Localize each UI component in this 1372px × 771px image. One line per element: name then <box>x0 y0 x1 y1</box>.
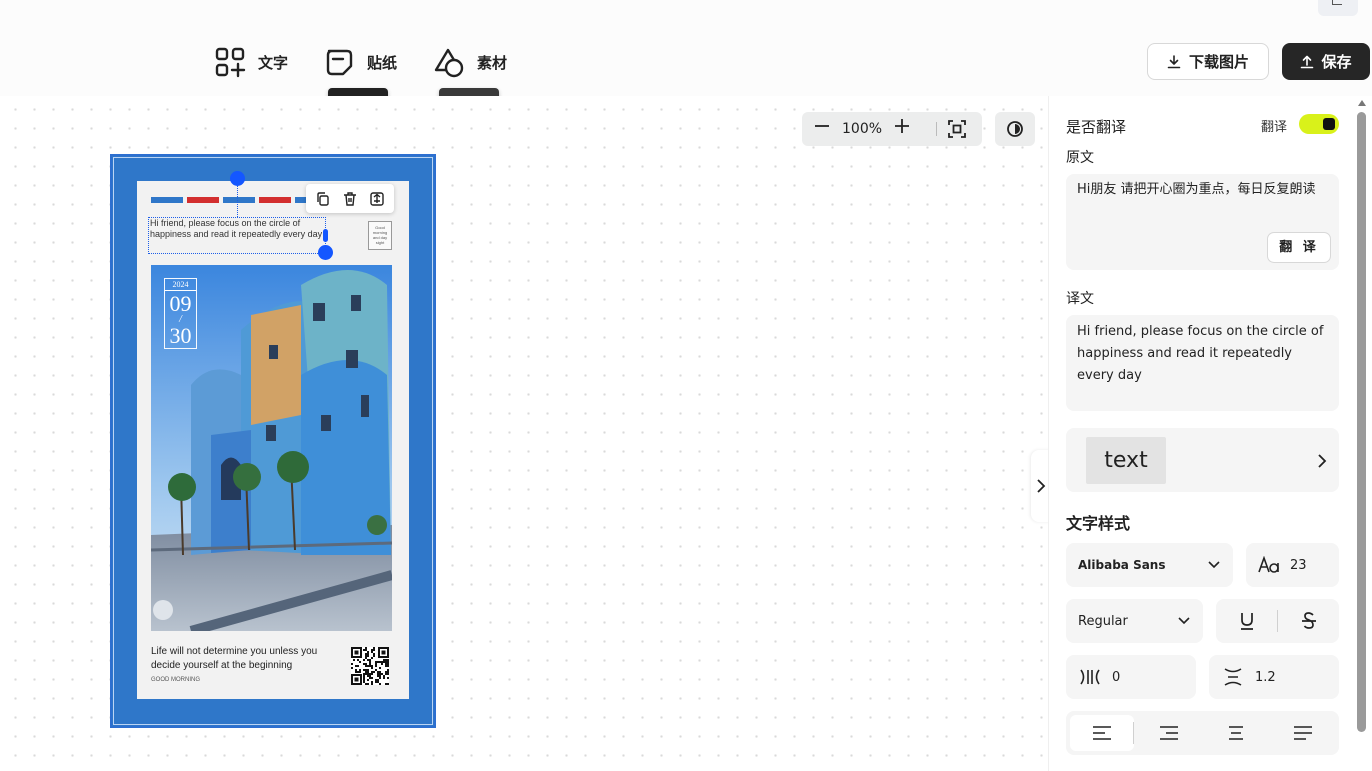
align-separator <box>1133 722 1134 744</box>
date-month: 09 <box>169 291 192 316</box>
underline-icon <box>1240 613 1253 630</box>
zoom-separator <box>936 122 937 136</box>
copy-icon[interactable] <box>315 191 331 207</box>
resize-bar-handle[interactable] <box>323 229 328 242</box>
strikethrough-icon <box>1301 612 1316 629</box>
translate-button[interactable]: 翻 译 <box>1267 232 1331 263</box>
align-justify-button[interactable] <box>1271 715 1335 751</box>
align-left-icon <box>1093 726 1111 740</box>
text-preview-chip: text <box>1086 437 1166 484</box>
material-tool-button[interactable]: 素材 <box>433 44 507 80</box>
font-weight-select[interactable]: Regular <box>1066 599 1203 643</box>
qr-code-image[interactable] <box>351 647 389 685</box>
strikethrough-button[interactable] <box>1278 611 1339 631</box>
rotate-guide <box>237 186 238 217</box>
text-align-group <box>1066 711 1339 755</box>
underline-button[interactable] <box>1216 611 1277 631</box>
zoom-out-button[interactable] <box>802 114 842 144</box>
corner-icon <box>1332 0 1342 5</box>
line-height-icon <box>1224 668 1242 686</box>
poster-stripe <box>259 197 291 203</box>
download-image-button[interactable]: 下载图片 <box>1147 43 1269 80</box>
sticker-tool-label: 贴纸 <box>367 53 398 72</box>
shapes-icon <box>434 48 464 78</box>
chevron-down-icon <box>1208 561 1220 569</box>
contrast-icon <box>1007 121 1023 137</box>
font-weight-value: Regular <box>1078 613 1128 629</box>
align-right-button[interactable] <box>1137 715 1201 751</box>
font-family-value: Alibaba Sans <box>1078 558 1166 572</box>
save-button[interactable]: 保存 <box>1282 43 1370 80</box>
text-style-title: 文字样式 <box>1066 514 1131 533</box>
chevron-right-icon[interactable] <box>1316 452 1328 470</box>
align-right-icon <box>1160 726 1178 740</box>
scroll-up-arrow[interactable] <box>1358 100 1366 106</box>
poster-footer-text[interactable]: GOOD MORNING <box>151 677 200 683</box>
date-separator: / <box>179 314 182 325</box>
delete-icon[interactable] <box>342 191 358 207</box>
corner-button[interactable] <box>1318 0 1358 16</box>
download-label: 下载图片 <box>1188 53 1249 71</box>
layer-align-icon[interactable] <box>369 191 385 207</box>
zoom-value: 100% <box>842 121 883 137</box>
sticker-icon <box>326 49 353 76</box>
text-tool-label: 文字 <box>258 53 289 72</box>
resize-corner-handle[interactable] <box>318 245 333 260</box>
align-left-button[interactable] <box>1070 715 1134 751</box>
align-center-icon <box>1229 726 1243 740</box>
align-justify-icon <box>1294 726 1312 740</box>
zoom-controls: 100% <box>802 112 982 146</box>
minus-icon <box>815 125 829 127</box>
plus-icon <box>895 119 909 133</box>
chevron-right-icon <box>1037 479 1046 493</box>
selection-box[interactable] <box>148 217 326 254</box>
fit-screen-icon <box>948 120 966 138</box>
font-family-select[interactable]: Alibaba Sans <box>1066 543 1233 587</box>
chevron-down-icon <box>1178 617 1190 625</box>
letter-spacing-icon <box>1080 669 1100 685</box>
line-height-value: 1.2 <box>1255 669 1276 685</box>
font-size-value: 23 <box>1290 557 1307 573</box>
save-label: 保存 <box>1321 53 1352 71</box>
line-height-input[interactable]: 1.2 <box>1209 655 1339 699</box>
text-grid-icon <box>215 47 246 78</box>
material-tool-label: 素材 <box>477 53 508 72</box>
translated-label: 译文 <box>1066 291 1094 307</box>
text-decoration-group <box>1216 599 1339 643</box>
poster-date-badge[interactable]: 2024 09 / 30 <box>164 278 197 349</box>
rotate-handle[interactable] <box>230 171 245 186</box>
letter-spacing-input[interactable]: 0 <box>1066 655 1196 699</box>
date-year: 2024 <box>165 279 196 291</box>
font-size-input[interactable]: 23 <box>1246 543 1339 587</box>
original-text[interactable]: Hi朋友 请把开心圈为重点，每日反复朗读 <box>1077 179 1332 201</box>
translate-question: 是否翻译 <box>1066 118 1127 136</box>
translated-text[interactable]: Hi friend, please focus on the circle of… <box>1077 321 1332 387</box>
translate-toggle[interactable] <box>1299 114 1339 134</box>
poster-stamp[interactable]: Good morning and day sight <box>368 221 392 250</box>
original-label: 原文 <box>1066 150 1094 166</box>
poster-stripe <box>187 197 219 203</box>
zoom-in-button[interactable] <box>882 114 922 144</box>
contrast-button[interactable] <box>995 112 1035 146</box>
align-center-button[interactable] <box>1204 715 1268 751</box>
fit-screen-button[interactable] <box>947 119 967 139</box>
translate-toggle-label: 翻译 <box>1261 120 1288 135</box>
poster-bottom-text[interactable]: Life will not determine you unless you d… <box>151 645 341 673</box>
font-size-icon <box>1258 556 1279 573</box>
poster-stripe <box>223 197 255 203</box>
upload-icon <box>1301 55 1314 68</box>
sticker-tool-button[interactable]: 贴纸 <box>323 44 397 80</box>
text-tool-button[interactable]: 文字 <box>214 44 288 80</box>
element-toolbar <box>306 184 394 213</box>
date-day: 30 <box>169 323 192 348</box>
download-icon <box>1167 54 1181 68</box>
letter-spacing-value: 0 <box>1112 669 1121 685</box>
poster-stripe <box>151 197 183 203</box>
panel-scrollbar[interactable] <box>1357 112 1366 732</box>
